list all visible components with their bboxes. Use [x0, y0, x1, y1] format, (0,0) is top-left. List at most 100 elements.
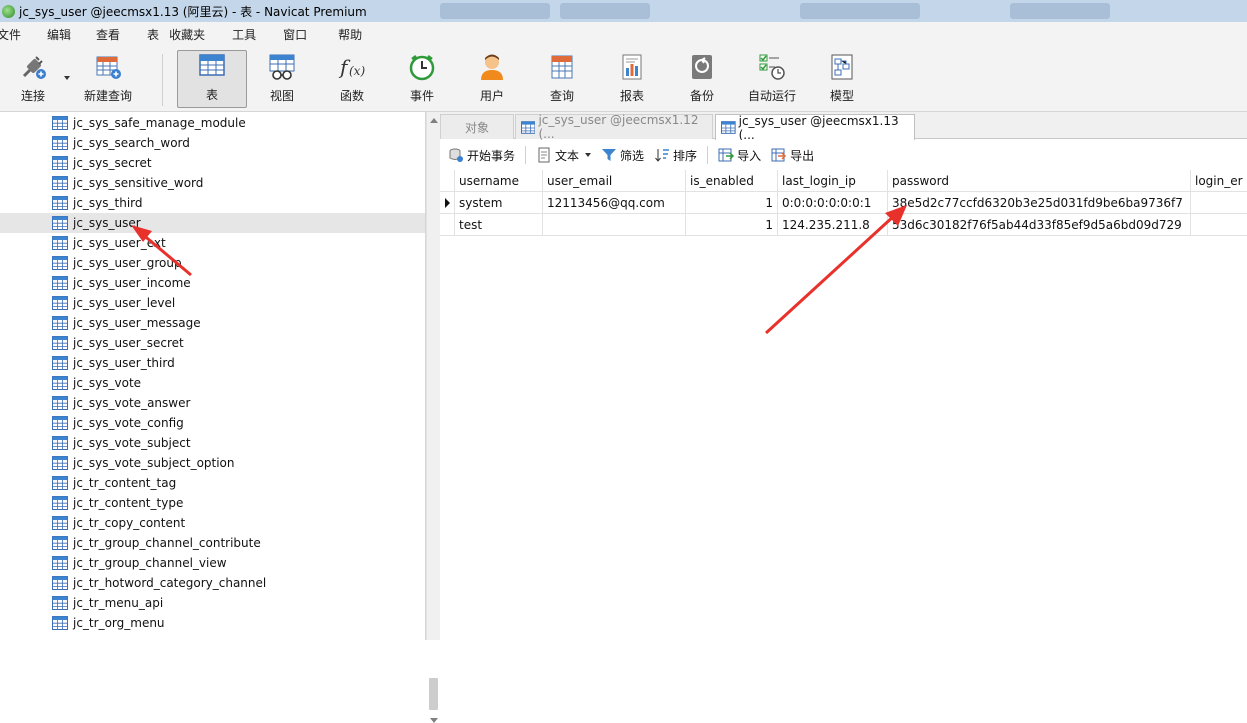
chevron-down-icon[interactable]	[64, 76, 70, 80]
table-icon	[52, 616, 68, 630]
table-cell[interactable]: 53d6c30182f76f5ab44d33f85ef9d5a6bd09d729	[888, 214, 1191, 236]
tree-item-label: jc_tr_content_tag	[73, 476, 177, 490]
tree-item-table[interactable]: jc_sys_safe_manage_module	[0, 113, 425, 133]
tree-item-table[interactable]: jc_sys_user_message	[0, 313, 425, 333]
begin-transaction-button[interactable]: 开始事务	[448, 147, 515, 164]
tree-item-table[interactable]: jc_sys_vote	[0, 373, 425, 393]
query-label: 查询	[549, 89, 574, 103]
menu-view[interactable]: 查看	[96, 26, 120, 43]
user-button[interactable]: 用户	[459, 50, 525, 108]
connect-button[interactable]: 连接	[0, 50, 66, 108]
tree-item-table[interactable]: jc_sys_third	[0, 193, 425, 213]
sort-button[interactable]: 排序	[654, 147, 697, 164]
table-cell[interactable]: 1	[686, 192, 778, 214]
table-button[interactable]: 表	[177, 50, 247, 108]
column-header-user-email[interactable]: user_email	[543, 170, 686, 192]
column-header-login-error[interactable]: login_er	[1191, 170, 1247, 192]
tree-item-table[interactable]: jc_sys_user	[0, 213, 425, 233]
column-header-last-login-ip[interactable]: last_login_ip	[778, 170, 888, 192]
table-cell[interactable]: 12113456@qq.com	[543, 192, 686, 214]
table-cell[interactable]	[543, 214, 686, 236]
menu-file[interactable]: 文件	[0, 26, 21, 43]
table-icon	[52, 436, 68, 450]
table-icon	[52, 416, 68, 430]
table-cell[interactable]: test	[455, 214, 543, 236]
table-cell[interactable]	[1191, 192, 1247, 214]
menu-favorites[interactable]: 收藏夹	[169, 26, 205, 43]
tree-item-table[interactable]: jc_sys_search_word	[0, 133, 425, 153]
menu-table[interactable]: 表	[147, 26, 159, 43]
model-button[interactable]: 模型	[809, 50, 875, 108]
table-cell[interactable]: 0:0:0:0:0:0:0:1	[778, 192, 888, 214]
menu-tools[interactable]: 工具	[232, 26, 256, 43]
table-label: 表	[205, 88, 218, 102]
row-indicator[interactable]	[440, 192, 455, 214]
column-header-password[interactable]: password	[888, 170, 1191, 192]
new-query-label: 新建查询	[83, 89, 132, 103]
event-button[interactable]: 事件	[389, 50, 455, 108]
row-indicator[interactable]	[440, 214, 455, 236]
view-button[interactable]: 视图	[249, 50, 315, 108]
tree-item-table[interactable]: jc_sys_user_income	[0, 273, 425, 293]
tree-item-table[interactable]: jc_sys_vote_answer	[0, 393, 425, 413]
tree-item-label: jc_tr_hotword_category_channel	[73, 576, 267, 590]
clock-icon	[407, 52, 437, 82]
tab-jc-sys-user-1-13[interactable]: jc_sys_user @jeecmsx1.13 (...	[715, 114, 915, 142]
tree-item-label: jc_sys_sensitive_word	[73, 176, 204, 190]
backup-label: 备份	[689, 89, 714, 103]
tree-item-table[interactable]: jc_sys_user_secret	[0, 333, 425, 353]
tree-item-table[interactable]: jc_sys_vote_subject_option	[0, 453, 425, 473]
table-cell[interactable]: system	[455, 192, 543, 214]
function-button[interactable]: f (x) 函数	[319, 50, 385, 108]
table-cell[interactable]: 1	[686, 214, 778, 236]
data-grid: username user_email is_enabled last_logi…	[440, 170, 1247, 640]
tree-item-table[interactable]: jc_sys_user_third	[0, 353, 425, 373]
tree-item-table[interactable]: jc_sys_user_group	[0, 253, 425, 273]
tree-item-table[interactable]: jc_tr_menu_api	[0, 593, 425, 613]
query-button[interactable]: 查询	[529, 50, 595, 108]
tree-item-table[interactable]: jc_tr_hotword_category_channel	[0, 573, 425, 593]
tree-item-table[interactable]: jc_sys_vote_subject	[0, 433, 425, 453]
import-button[interactable]: 导入	[718, 147, 761, 164]
tree-item-table[interactable]: jc_sys_sensitive_word	[0, 173, 425, 193]
model-label: 模型	[829, 89, 854, 103]
schedule-button[interactable]: 自动运行	[739, 50, 805, 108]
scroll-thumb[interactable]	[429, 678, 438, 710]
tree-item-label: jc_sys_user_message	[73, 316, 201, 330]
column-header-username[interactable]: username	[455, 170, 543, 192]
tree-item-table[interactable]: jc_sys_secret	[0, 153, 425, 173]
table-cell[interactable]: 38e5d2c77ccfd6320b3e25d031fd9be6ba9736f7	[888, 192, 1191, 214]
menu-edit[interactable]: 编辑	[47, 26, 71, 43]
tree-item-table[interactable]: jc_tr_copy_content	[0, 513, 425, 533]
table-cell[interactable]	[1191, 214, 1247, 236]
tree-item-table[interactable]: jc_tr_group_channel_view	[0, 553, 425, 573]
tree-item-table[interactable]: jc_tr_content_type	[0, 493, 425, 513]
tree-item-table[interactable]: jc_sys_vote_config	[0, 413, 425, 433]
view-icon	[267, 52, 297, 82]
export-button[interactable]: 导出	[771, 147, 814, 164]
tree-item-table[interactable]: jc_tr_group_channel_contribute	[0, 533, 425, 553]
scroll-down-icon[interactable]	[430, 718, 438, 723]
filter-button[interactable]: 筛选	[601, 147, 644, 164]
tab-objects[interactable]: 对象	[440, 114, 514, 139]
report-button[interactable]: 报表	[599, 50, 665, 108]
tree-item-table[interactable]: jc_tr_org_menu	[0, 613, 425, 633]
scroll-up-icon[interactable]	[430, 118, 438, 123]
tree-item-table[interactable]: jc_sys_user_level	[0, 293, 425, 313]
table-cell[interactable]: 124.235.211.8	[778, 214, 888, 236]
backup-button[interactable]: 备份	[669, 50, 735, 108]
table-icon	[721, 121, 736, 134]
document-icon	[538, 147, 550, 163]
new-query-button[interactable]: 新建查询	[75, 50, 141, 108]
menu-window[interactable]: 窗口	[283, 26, 307, 43]
tree-scrollbar[interactable]	[426, 112, 440, 723]
new-query-icon	[93, 52, 123, 82]
menu-help[interactable]: 帮助	[338, 26, 362, 43]
tree-item-table[interactable]: jc_sys_user_ext	[0, 233, 425, 253]
tree-item-table[interactable]: jc_tr_content_tag	[0, 473, 425, 493]
chevron-down-icon[interactable]	[585, 153, 592, 157]
tab-jc-sys-user-1-12[interactable]: jc_sys_user @jeecmsx1.12 (...	[515, 113, 713, 141]
database-icon	[449, 148, 463, 162]
column-header-is-enabled[interactable]: is_enabled	[686, 170, 778, 192]
text-button[interactable]: 文本	[536, 147, 592, 164]
